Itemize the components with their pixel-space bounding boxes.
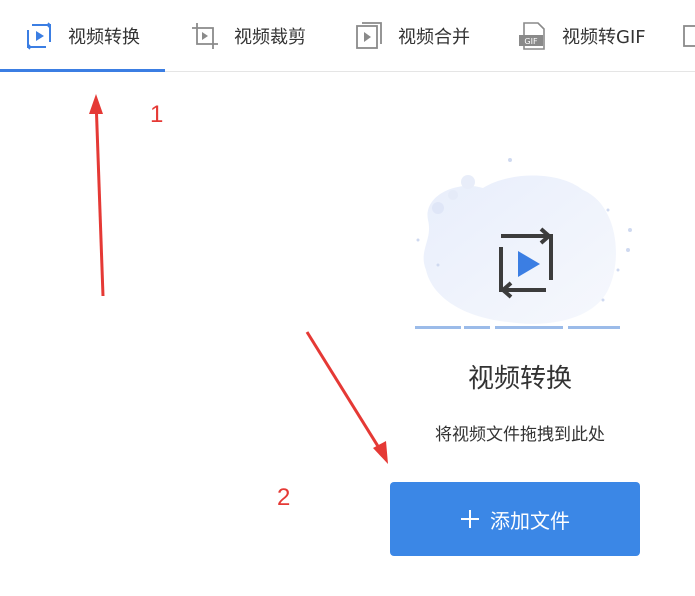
annotation-number-2: 2 xyxy=(277,484,291,511)
tab-video-crop[interactable]: 视频裁剪 xyxy=(190,0,306,72)
add-file-button[interactable]: 添加文件 xyxy=(390,482,640,556)
decor-dot xyxy=(432,202,444,214)
decor-dot xyxy=(606,208,610,212)
decor-dot xyxy=(436,263,440,267)
decor-dot xyxy=(461,175,475,189)
decor-dot xyxy=(616,268,620,272)
gif-icon: GIF xyxy=(519,22,545,50)
tab-video-convert-label: 视频转换 xyxy=(68,27,140,48)
tab-video-convert[interactable]: 视频转换 xyxy=(24,0,140,72)
arrow-to-add-button-head xyxy=(373,441,388,464)
arrow-to-tab xyxy=(94,98,105,297)
tab-bar: 视频转换 视频裁剪 视频合并 GIF 视频转GIF xyxy=(0,0,695,72)
drop-area-title: 视频转换 xyxy=(467,364,572,394)
tab-more[interactable] xyxy=(682,0,695,72)
tab-video-merge-label: 视频合并 xyxy=(398,27,470,48)
video-crop-icon xyxy=(192,23,218,49)
active-tab-indicator xyxy=(0,69,165,72)
arrow-to-tab-head xyxy=(89,94,103,114)
decor-dot xyxy=(508,158,512,162)
decor-dot xyxy=(448,190,458,200)
tab-video-to-gif[interactable]: GIF 视频转GIF xyxy=(518,0,646,72)
video-convert-illustration xyxy=(415,158,632,329)
drop-area-hint: 将视频文件拖拽到此处 xyxy=(435,425,605,445)
annotation-number-1: 1 xyxy=(150,101,164,128)
video-convert-icon xyxy=(26,22,52,50)
arrow-to-add-button xyxy=(305,331,386,457)
plus-icon xyxy=(461,510,479,528)
tab-video-to-gif-label: 视频转GIF xyxy=(562,27,646,48)
tab-video-merge[interactable]: 视频合并 xyxy=(354,0,470,72)
video-merge-icon xyxy=(356,22,382,49)
gif-badge-text: GIF xyxy=(524,37,538,46)
decor-dot xyxy=(601,298,605,302)
drop-zone-line xyxy=(415,326,620,329)
tab-more-icon xyxy=(683,25,695,47)
decor-dot xyxy=(628,228,632,232)
add-file-button-label: 添加文件 xyxy=(490,508,570,533)
decor-dot xyxy=(626,248,630,252)
decor-dot xyxy=(416,238,420,242)
tab-video-crop-label: 视频裁剪 xyxy=(234,27,306,48)
